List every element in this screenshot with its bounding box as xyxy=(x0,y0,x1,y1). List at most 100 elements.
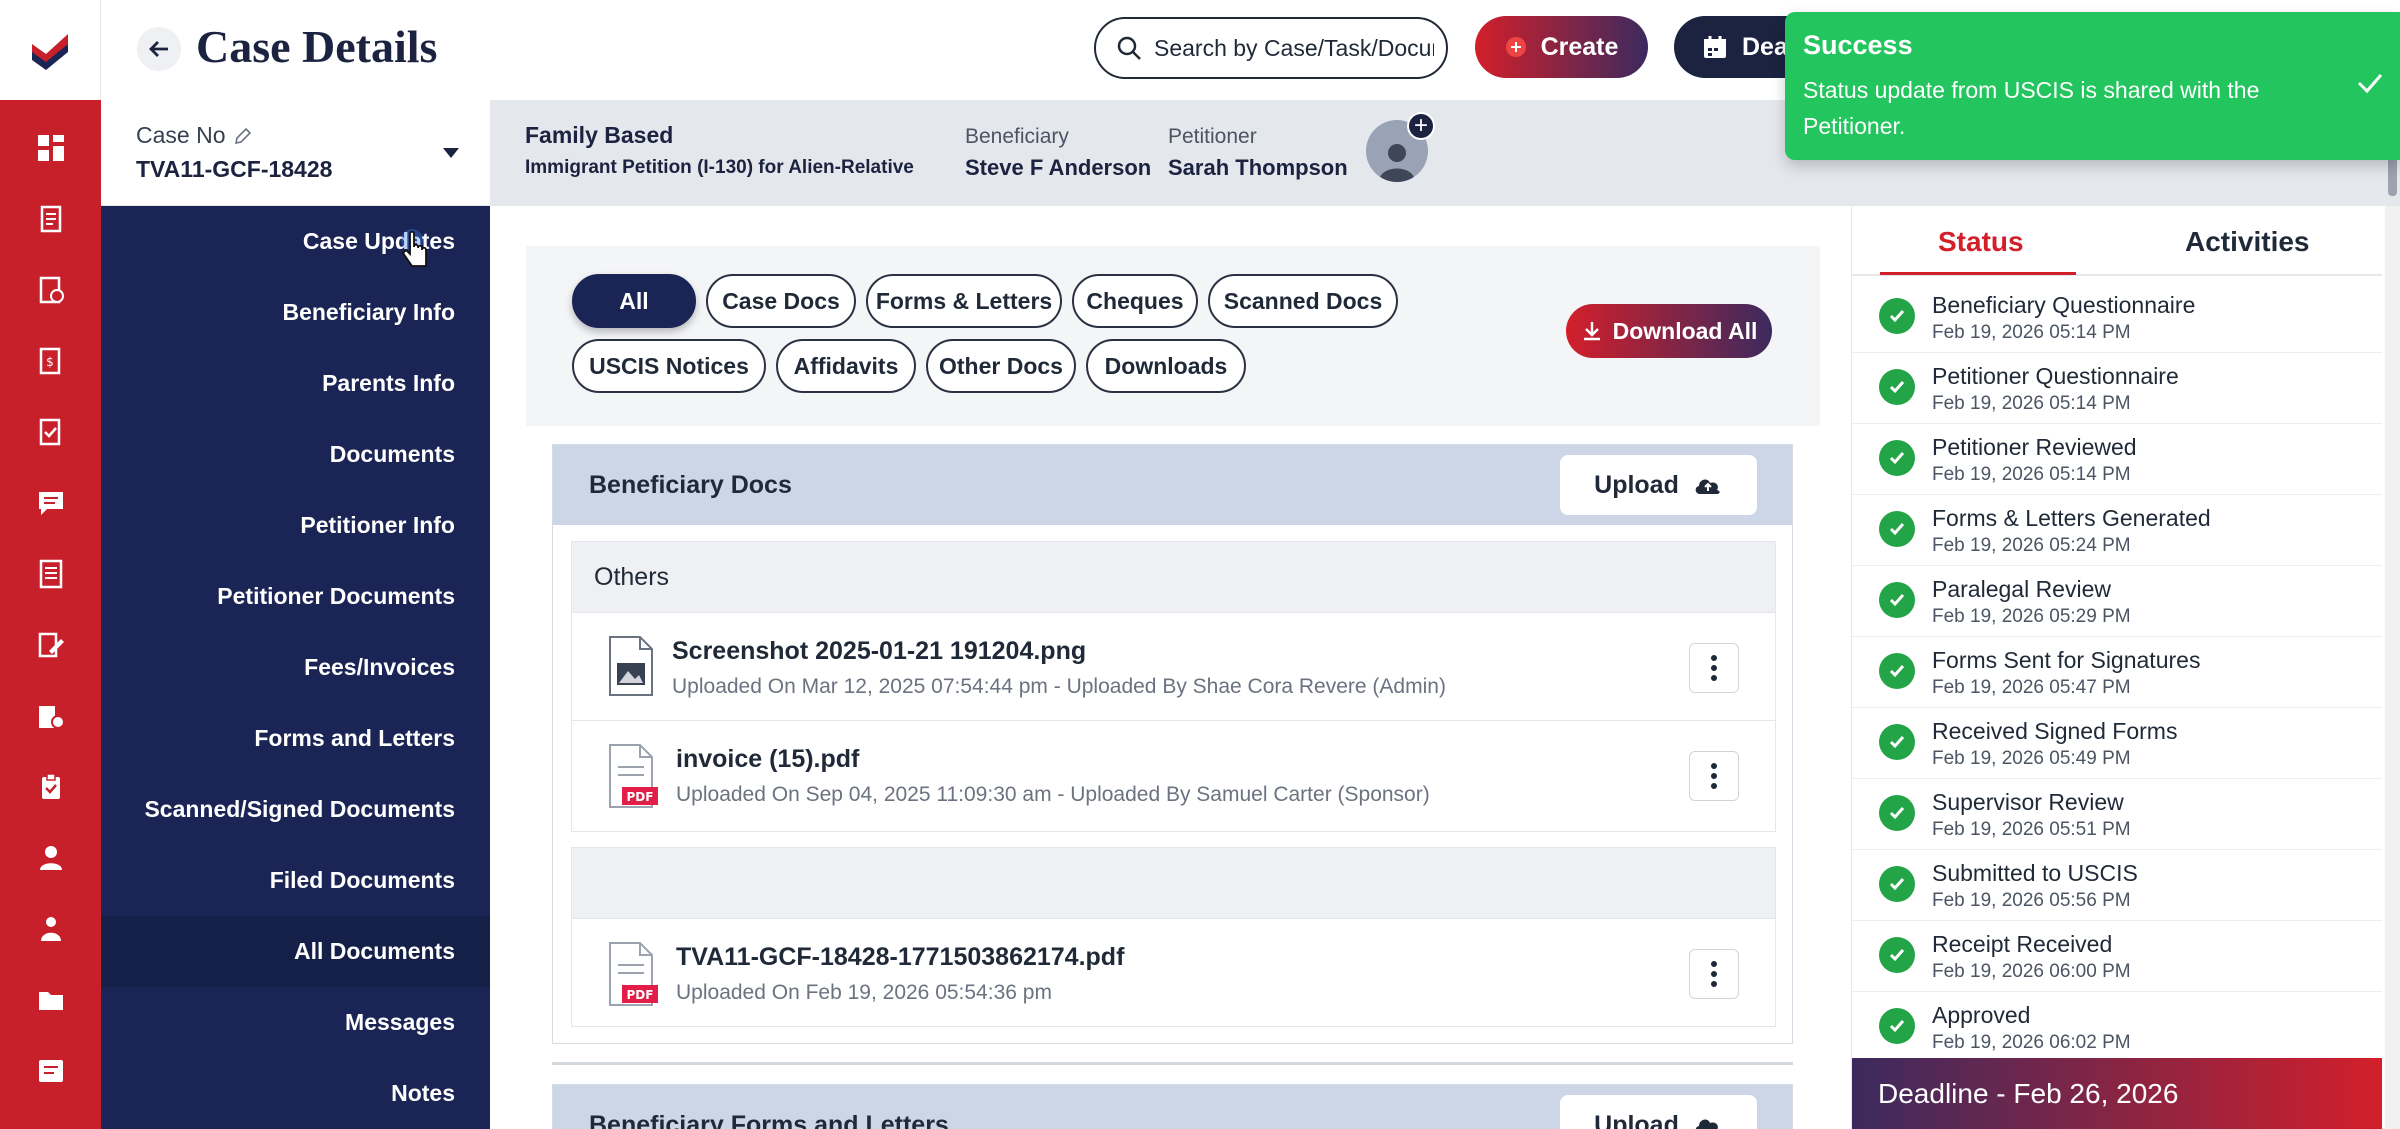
create-button[interactable]: Create xyxy=(1475,16,1648,78)
pencil-icon[interactable] xyxy=(233,126,253,146)
app-rail: $ xyxy=(0,0,101,1129)
pdf-badge: PDF xyxy=(627,790,654,804)
create-button-label: Create xyxy=(1540,32,1619,61)
check-circle-icon xyxy=(1879,724,1915,760)
checklist-icon[interactable] xyxy=(0,396,101,467)
petitioner-name: Sarah Thompson xyxy=(1168,155,1348,180)
status-item: Approved Feb 19, 2026 06:02 PM xyxy=(1852,992,2382,1063)
file-name[interactable]: TVA11-GCF-18428-1771503862174.pdf xyxy=(676,943,1124,972)
nav-item-filed-documents[interactable]: Filed Documents xyxy=(101,845,490,916)
upload-button-label: Upload xyxy=(1594,470,1679,499)
file-meta: Uploaded On Sep 04, 2025 11:09:30 am - U… xyxy=(676,783,1430,806)
nav-item-documents[interactable]: Documents xyxy=(101,419,490,490)
filter-chip-forms-letters[interactable]: Forms & Letters xyxy=(866,274,1062,328)
clipboard-icon[interactable] xyxy=(0,751,101,822)
search-input[interactable] xyxy=(1154,34,1434,62)
filter-chip-case-docs[interactable]: Case Docs xyxy=(706,274,856,328)
nav-item-fees-invoices[interactable]: Fees/Invoices xyxy=(101,632,490,703)
tab-status[interactable]: Status xyxy=(1938,226,2024,258)
status-date: Feb 19, 2026 06:02 PM xyxy=(1932,1032,2131,1053)
file-meta: Uploaded On Feb 19, 2026 05:54:36 pm xyxy=(676,981,1052,1004)
cases-icon[interactable] xyxy=(0,183,101,254)
file-row[interactable]: PDF TVA11-GCF-18428-1771503862174.pdf Up… xyxy=(572,918,1775,1026)
status-item: Beneficiary Questionnaire Feb 19, 2026 05… xyxy=(1852,282,2382,353)
status-title: Submitted to USCIS xyxy=(1932,860,2138,886)
users-icon[interactable] xyxy=(0,893,101,964)
documents-icon[interactable] xyxy=(0,680,101,751)
nav-item-beneficiary-info[interactable]: Beneficiary Info xyxy=(101,277,490,348)
more-options-button[interactable] xyxy=(1689,643,1739,693)
status-tabs: Status Activities xyxy=(1852,206,2382,276)
file-row[interactable]: PDF invoice (15).pdf Uploaded On Sep 04,… xyxy=(572,720,1775,828)
add-member-button[interactable]: + xyxy=(1407,112,1435,140)
filter-chip-other-docs[interactable]: Other Docs xyxy=(926,339,1076,393)
nav-item-messages[interactable]: Messages xyxy=(101,987,490,1058)
status-title: Forms & Letters Generated xyxy=(1932,505,2211,531)
back-button[interactable] xyxy=(137,27,181,71)
section-header: Beneficiary Docs Upload xyxy=(553,445,1792,525)
status-title: Receipt Received xyxy=(1932,931,2113,957)
filter-bar: All Case Docs Forms & Letters Cheques Sc… xyxy=(526,246,1820,426)
tasks-icon[interactable] xyxy=(0,254,101,325)
nav-item-petitioner-documents[interactable]: Petitioner Documents xyxy=(101,561,490,632)
nav-item-parents-info[interactable]: Parents Info xyxy=(101,348,490,419)
nav-item-petitioner-info[interactable]: Petitioner Info xyxy=(101,490,490,561)
user-icon[interactable] xyxy=(0,822,101,893)
invoices-icon[interactable]: $ xyxy=(0,325,101,396)
check-icon[interactable] xyxy=(2353,66,2387,100)
status-date: Feb 19, 2026 05:14 PM xyxy=(1932,393,2131,414)
messages-icon[interactable] xyxy=(0,467,101,538)
deadline-banner: Deadline - Feb 26, 2026 xyxy=(1852,1058,2382,1129)
active-tab-indicator xyxy=(1880,272,2076,275)
chevron-down-icon[interactable] xyxy=(443,148,459,158)
success-toast[interactable]: Success Status update from USCIS is shar… xyxy=(1785,12,2400,160)
logo-icon xyxy=(32,34,68,70)
forms-icon[interactable] xyxy=(0,538,101,609)
toast-title: Success xyxy=(1803,30,1913,60)
calendar-icon xyxy=(1704,36,1726,58)
status-date: Feb 19, 2026 05:56 PM xyxy=(1932,890,2131,911)
status-title: Beneficiary Questionnaire xyxy=(1932,292,2196,318)
upload-button[interactable]: Upload xyxy=(1560,1095,1757,1129)
case-selector[interactable]: Case No TVA11-GCF-18428 xyxy=(101,100,490,206)
notes-icon[interactable] xyxy=(0,1035,101,1106)
nav-item-all-documents[interactable]: All Documents xyxy=(101,916,490,987)
nav-item-forms-and-letters[interactable]: Forms and Letters xyxy=(101,703,490,774)
file-name[interactable]: Screenshot 2025-01-21 191204.png xyxy=(672,637,1086,666)
filter-chip-downloads[interactable]: Downloads xyxy=(1086,339,1246,393)
page-scrollbar[interactable] xyxy=(2385,206,2400,1129)
upload-button-label: Upload xyxy=(1594,1110,1679,1129)
settings-icon[interactable] xyxy=(0,1106,101,1129)
tab-activities[interactable]: Activities xyxy=(2185,226,2310,258)
dashboard-icon[interactable] xyxy=(0,112,101,183)
download-all-button[interactable]: Download All xyxy=(1566,304,1772,358)
hand-cursor-icon xyxy=(401,229,427,267)
pdf-file-icon: PDF xyxy=(609,942,658,1006)
status-title: Supervisor Review xyxy=(1932,789,2124,815)
filter-chip-scanned-docs[interactable]: Scanned Docs xyxy=(1208,274,1398,328)
user-avatar-icon xyxy=(1379,144,1415,182)
search-icon xyxy=(1117,36,1141,60)
file-row[interactable]: Screenshot 2025-01-21 191204.png Uploade… xyxy=(572,612,1775,720)
folder-icon[interactable] xyxy=(0,964,101,1035)
filter-chip-uscis-notices[interactable]: USCIS Notices xyxy=(572,339,766,393)
file-name[interactable]: invoice (15).pdf xyxy=(676,745,859,774)
cloud-upload-icon xyxy=(1695,479,1720,494)
filter-chip-all[interactable]: All xyxy=(572,274,696,328)
more-options-button[interactable] xyxy=(1689,751,1739,801)
nav-item-notes[interactable]: Notes xyxy=(101,1058,490,1129)
check-circle-icon xyxy=(1879,795,1915,831)
check-circle-icon xyxy=(1879,582,1915,618)
case-section-nav: Case Updates Beneficiary Info Parents In… xyxy=(101,206,490,1129)
edit-icon[interactable] xyxy=(0,609,101,680)
status-date: Feb 19, 2026 05:29 PM xyxy=(1932,606,2131,627)
upload-button[interactable]: Upload xyxy=(1560,455,1757,515)
search-box[interactable] xyxy=(1094,17,1448,79)
filter-chip-cheques[interactable]: Cheques xyxy=(1072,274,1198,328)
cloud-upload-icon xyxy=(1695,1119,1718,1129)
nav-item-scanned-signed-documents[interactable]: Scanned/Signed Documents xyxy=(101,774,490,845)
more-options-button[interactable] xyxy=(1689,949,1739,999)
app-logo[interactable] xyxy=(0,0,101,100)
section-title: Beneficiary Forms and Letters xyxy=(589,1111,949,1129)
filter-chip-affidavits[interactable]: Affidavits xyxy=(776,339,916,393)
